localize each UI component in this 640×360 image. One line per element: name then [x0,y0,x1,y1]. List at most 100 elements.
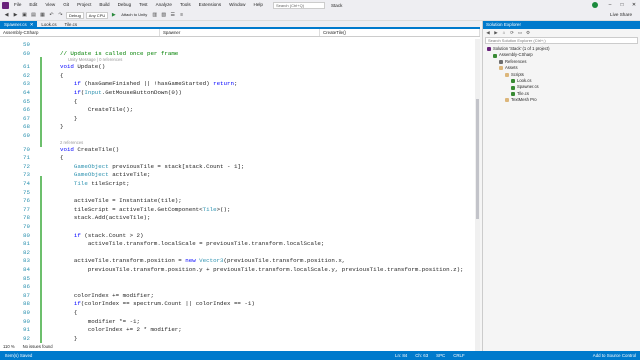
code-line[interactable]: 82 [0,249,470,258]
menu-item-help[interactable]: Help [250,0,267,10]
line-number: 75 [23,188,30,196]
back-icon[interactable]: ◀ [485,30,491,36]
menu-item-tools[interactable]: Tools [176,0,195,10]
maximize-icon[interactable]: □ [616,2,628,8]
menu-item-project[interactable]: Project [73,0,95,10]
back-icon[interactable]: ◀ [3,12,10,19]
code-line[interactable]: 71 { [0,154,470,163]
code-line[interactable]: 88 if(colorIndex == spectrum.Count || co… [0,300,470,309]
menu-item-edit[interactable]: Edit [25,0,41,10]
forward-icon[interactable]: ▶ [493,30,499,36]
menu-item-analyze[interactable]: Analyze [152,0,176,10]
menu-bar: File Edit View Git Project Build Debug Test Anal… [10,0,267,10]
code-line[interactable]: 83 activeTile.transform.position = new V… [0,257,470,266]
member-dropdown[interactable]: CreateTile() [320,29,480,36]
class-dropdown[interactable]: Spawner [160,29,320,36]
open-icon[interactable]: ▤ [30,12,37,19]
menu-item-view[interactable]: View [41,0,59,10]
solution-search-input[interactable]: Search Solution Explorer (Ctrl+;) [485,37,638,44]
code-line[interactable]: 73 GameObject activeTile; [0,171,470,180]
code-line[interactable]: 87 colorIndex += modifier; [0,292,470,301]
live-share-button[interactable]: Live Share [610,12,632,17]
platform-select[interactable]: Any CPU [85,11,109,19]
toolbar-icon-a[interactable]: ▥ [151,12,158,19]
code-line[interactable]: 74 Tile tileScript; [0,180,470,189]
code-line[interactable]: 89 { [0,309,470,318]
code-line[interactable]: 66 CreateTile(); [0,106,470,115]
settings-icon[interactable]: ⚙ [525,30,531,36]
line-number: 67 [23,114,30,122]
line-number: 78 [23,214,30,222]
toolbar-icon-c[interactable]: ☰ [169,12,176,19]
code-line[interactable]: 64 if(Input.GetMouseButtonDown(0)) [0,89,470,98]
menu-item-window[interactable]: Window [225,0,249,10]
home-icon[interactable]: ⌂ [501,30,507,36]
code-line[interactable]: 70 void CreateTile() [0,146,470,155]
line-number: 91 [23,326,30,334]
code-line[interactable]: 79 [0,223,470,232]
menu-item-build[interactable]: Build [95,0,113,10]
vertical-scrollbar[interactable] [475,39,480,351]
code-text: modifier *= -1; [60,317,141,325]
status-ch[interactable]: Ch: 63 [415,351,428,360]
zoom-level[interactable]: 110 % [3,343,15,351]
code-line[interactable]: 85 [0,275,470,284]
code-line[interactable]: 62 { [0,72,470,81]
code-line[interactable]: 67 } [0,115,470,124]
toolbar-icon-b[interactable]: ▧ [160,12,167,19]
tree-node[interactable]: TextMesh Pro [483,97,640,103]
attach-unity-button[interactable]: Attach to Unity [119,12,149,19]
code-line[interactable]: 84 previousTile.transform.position.y + p… [0,266,470,275]
code-line[interactable]: 68} [0,123,470,132]
code-line[interactable]: 91 colorIndex += 2 * modifier; [0,326,470,335]
project-dropdown[interactable]: Assembly-CSharp [0,29,160,36]
tab-look[interactable]: Look.cs [37,21,60,29]
code-line[interactable]: 59 [0,41,470,50]
status-spc[interactable]: SPC [436,351,445,360]
avatar[interactable] [592,2,598,8]
code-line[interactable]: 76 activeTile = Instantiate(tile); [0,197,470,206]
redo-icon[interactable]: ↷ [57,12,64,19]
menu-item-git[interactable]: Git [59,0,73,10]
tab-tile[interactable]: Tile.cs [61,21,82,29]
play-icon[interactable]: ▶ [110,12,117,19]
config-select[interactable]: Debug [66,11,84,19]
save-icon[interactable]: ▦ [39,12,46,19]
close-tab-icon[interactable]: ✕ [30,21,34,29]
minimize-icon[interactable]: – [604,2,616,8]
code-line[interactable]: 75 [0,189,470,198]
line-number: 73 [23,171,30,179]
close-icon[interactable]: ✕ [628,2,640,8]
solution-explorer: Solution Explorer ◀ ▶ ⌂ ⟳ ▭ ⚙ Search Sol… [482,21,640,351]
code-line[interactable]: 78 stack.Add(activeTile); [0,214,470,223]
new-file-icon[interactable]: ▣ [21,12,28,19]
issues-indicator[interactable]: No issues found [23,343,53,351]
add-source-control-button[interactable]: Add to Source Control [593,351,636,360]
search-input[interactable]: Search (Ctrl+Q) [272,1,325,9]
menu-item-file[interactable]: File [10,0,25,10]
code-line[interactable]: 81 activeTile.transform.localScale = pre… [0,240,470,249]
status-ln[interactable]: Ln: 84 [395,351,407,360]
status-bar: Item(s) Saved Ln: 84 Ch: 63 SPC CRLF Add… [0,351,640,360]
code-line[interactable]: 90 modifier *= -1; [0,318,470,327]
code-line[interactable]: 86 [0,283,470,292]
code-line[interactable]: 61 void Update() [0,63,470,72]
sync-icon[interactable]: ⟳ [509,30,515,36]
menu-item-debug[interactable]: Debug [114,0,136,10]
code-line[interactable]: 63 if (hasGameFinished || !hasGameStarte… [0,80,470,89]
tab-spawner[interactable]: Spawner.cs ✕ [0,21,38,29]
code-line[interactable]: 80 if (stack.Count > 2) [0,232,470,241]
menu-item-test[interactable]: Test [135,0,151,10]
line-number: 65 [23,97,30,105]
toolbar-icon-d[interactable]: ≡ [178,12,185,19]
code-line[interactable]: 65 { [0,98,470,107]
code-line[interactable]: 77 tileScript = activeTile.GetComponent<… [0,206,470,215]
menu-item-extensions[interactable]: Extensions [195,0,225,10]
code-line[interactable]: 72 GameObject previousTile = stack[stack… [0,163,470,172]
collapse-icon[interactable]: ▭ [517,30,523,36]
forward-icon[interactable]: ▶ [12,12,19,19]
code-view[interactable]: 59 60// Update is called once per frame Un… [0,39,478,351]
undo-icon[interactable]: ↶ [48,12,55,19]
status-crlf[interactable]: CRLF [453,351,464,360]
scroll-thumb[interactable] [476,99,479,219]
